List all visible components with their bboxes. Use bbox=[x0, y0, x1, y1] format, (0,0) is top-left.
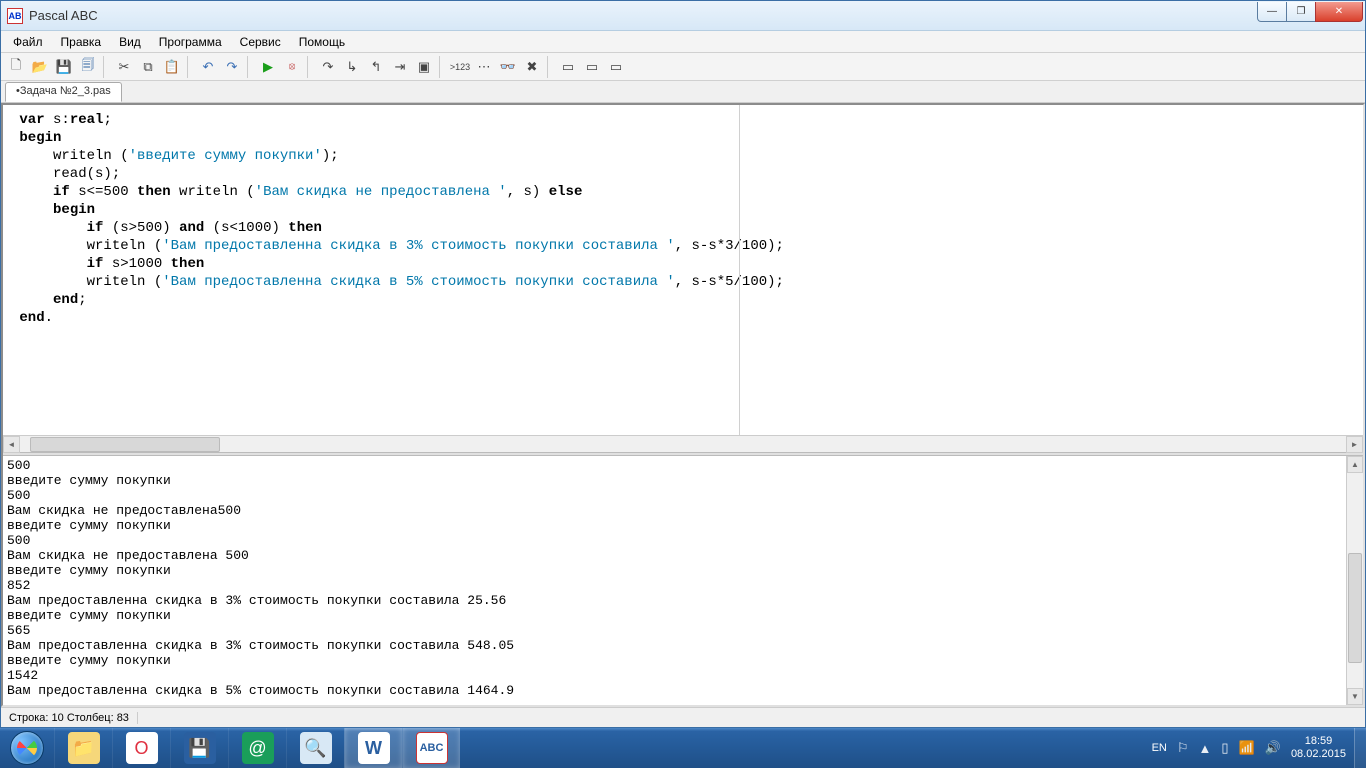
action-center-icon[interactable]: ▲ bbox=[1199, 741, 1212, 756]
menu-help[interactable]: Помощь bbox=[291, 33, 353, 51]
toolbar-separator bbox=[547, 56, 553, 78]
tray-clock[interactable]: 18:59 08.02.2015 bbox=[1291, 735, 1346, 761]
output-console[interactable]: 500 введите сумму покупки 500 Вам скидка… bbox=[3, 456, 1363, 700]
minimize-button[interactable]: — bbox=[1257, 2, 1287, 22]
window-title: Pascal ABC bbox=[29, 8, 1258, 23]
watch-button[interactable]: >123 bbox=[449, 56, 471, 78]
scroll-thumb[interactable] bbox=[1348, 553, 1362, 663]
output-vertical-scrollbar[interactable]: ▲ ▼ bbox=[1346, 456, 1363, 705]
taskbar-word[interactable]: W bbox=[344, 728, 402, 768]
code-editor[interactable]: var s:real; begin writeln ('введите сумм… bbox=[3, 105, 1363, 435]
taskbar-opera[interactable]: O bbox=[112, 728, 170, 768]
redo-button[interactable]: ↷ bbox=[221, 56, 243, 78]
menu-view[interactable]: Вид bbox=[111, 33, 149, 51]
scroll-thumb[interactable] bbox=[30, 437, 220, 452]
file-tabs: •Задача №2_3.pas bbox=[1, 81, 1365, 103]
toolbar-separator bbox=[307, 56, 313, 78]
statusbar: Строка: 10 Столбец: 83 bbox=[1, 707, 1365, 727]
file-tab-active[interactable]: •Задача №2_3.pas bbox=[5, 82, 122, 102]
breakpoint-button[interactable]: ▣ bbox=[413, 56, 435, 78]
print-margin-line bbox=[739, 105, 740, 435]
app-window: AB Pascal ABC — ❐ ✕ Файл Правка Вид Прог… bbox=[0, 0, 1366, 728]
window3-button[interactable]: ▭ bbox=[605, 56, 627, 78]
scroll-left-arrow-icon[interactable]: ◄ bbox=[3, 436, 20, 453]
open-button[interactable]: 📂 bbox=[29, 56, 51, 78]
toolbar: 🗋 📂 💾 🗐 ✂ ⧉ 📋 ↶ ↷ ▶ ⦻ ↷ ↳ ↰ ⇥ ▣ >123 ⋯ 👓… bbox=[1, 53, 1365, 81]
scroll-right-arrow-icon[interactable]: ► bbox=[1346, 436, 1363, 453]
menu-file[interactable]: Файл bbox=[5, 33, 51, 51]
opera-icon: O bbox=[126, 732, 158, 764]
stepinto-button[interactable]: ↳ bbox=[341, 56, 363, 78]
menu-program[interactable]: Программа bbox=[151, 33, 230, 51]
editor-pane: var s:real; begin writeln ('введите сумм… bbox=[3, 105, 1363, 435]
scroll-down-arrow-icon[interactable]: ▼ bbox=[1347, 688, 1363, 705]
stepover-button[interactable]: ↷ bbox=[317, 56, 339, 78]
undo-button[interactable]: ↶ bbox=[197, 56, 219, 78]
output-pane: 500 введите сумму покупки 500 Вам скидка… bbox=[3, 456, 1363, 705]
editor-horizontal-scrollbar[interactable]: ◄ ► bbox=[3, 435, 1363, 452]
titlebar[interactable]: AB Pascal ABC — ❐ ✕ bbox=[1, 1, 1365, 31]
floppy-icon: 💾 bbox=[184, 732, 216, 764]
toolbar-separator bbox=[103, 56, 109, 78]
toolbar-separator bbox=[187, 56, 193, 78]
volume-icon[interactable]: 🔊 bbox=[1265, 740, 1281, 756]
taskbar-pascalabc[interactable]: ABC bbox=[402, 728, 460, 768]
runto-button[interactable]: ⇥ bbox=[389, 56, 411, 78]
battery-icon[interactable]: ▯ bbox=[1221, 740, 1228, 756]
paste-button[interactable]: 📋 bbox=[161, 56, 183, 78]
clock-date: 08.02.2015 bbox=[1291, 748, 1346, 761]
folder-icon: 📁 bbox=[68, 732, 100, 764]
toolbar-separator bbox=[439, 56, 445, 78]
window1-button[interactable]: ▭ bbox=[557, 56, 579, 78]
network-icon[interactable]: 📶 bbox=[1239, 740, 1255, 756]
taskbar-save[interactable]: 💾 bbox=[170, 728, 228, 768]
menu-service[interactable]: Сервис bbox=[232, 33, 289, 51]
flag-icon[interactable]: ⚐ bbox=[1177, 740, 1189, 756]
menu-edit[interactable]: Правка bbox=[53, 33, 110, 51]
status-cursor-position: Строка: 10 Столбец: 83 bbox=[1, 712, 138, 724]
taskbar-mail[interactable]: @ bbox=[228, 728, 286, 768]
language-indicator[interactable]: EN bbox=[1152, 742, 1167, 754]
toolbar-separator bbox=[247, 56, 253, 78]
eval-button[interactable]: ⋯ bbox=[473, 56, 495, 78]
start-button[interactable] bbox=[0, 728, 54, 768]
locals-button[interactable]: 👓 bbox=[497, 56, 519, 78]
taskbar[interactable]: 📁 O 💾 @ 🔍 W ABC EN ⚐ ▲ ▯ 📶 🔊 18:59 08.02… bbox=[0, 728, 1366, 768]
system-tray[interactable]: EN ⚐ ▲ ▯ 📶 🔊 18:59 08.02.2015 bbox=[1144, 735, 1354, 761]
show-desktop-button[interactable] bbox=[1354, 728, 1366, 768]
at-icon: @ bbox=[242, 732, 274, 764]
windows-logo-icon bbox=[10, 731, 44, 765]
stop-button[interactable]: ⦻ bbox=[281, 56, 303, 78]
taskbar-explorer[interactable]: 📁 bbox=[54, 728, 112, 768]
copy-button[interactable]: ⧉ bbox=[137, 56, 159, 78]
work-area: var s:real; begin writeln ('введите сумм… bbox=[1, 103, 1365, 707]
new-button[interactable]: 🗋 bbox=[5, 56, 27, 78]
window-buttons: — ❐ ✕ bbox=[1258, 2, 1363, 22]
cut-button[interactable]: ✂ bbox=[113, 56, 135, 78]
run-button[interactable]: ▶ bbox=[257, 56, 279, 78]
app-icon: AB bbox=[7, 8, 23, 24]
magnifier-icon: 🔍 bbox=[300, 732, 332, 764]
stepout-button[interactable]: ↰ bbox=[365, 56, 387, 78]
menubar: Файл Правка Вид Программа Сервис Помощь bbox=[1, 31, 1365, 53]
clear-button[interactable]: ✖ bbox=[521, 56, 543, 78]
taskbar-search[interactable]: 🔍 bbox=[286, 728, 344, 768]
saveall-button[interactable]: 🗐 bbox=[77, 56, 99, 78]
scroll-up-arrow-icon[interactable]: ▲ bbox=[1347, 456, 1363, 473]
scroll-track[interactable] bbox=[20, 436, 1346, 453]
clock-time: 18:59 bbox=[1291, 735, 1346, 748]
save-button[interactable]: 💾 bbox=[53, 56, 75, 78]
window2-button[interactable]: ▭ bbox=[581, 56, 603, 78]
close-button[interactable]: ✕ bbox=[1315, 2, 1363, 22]
word-icon: W bbox=[358, 732, 390, 764]
maximize-button[interactable]: ❐ bbox=[1286, 2, 1316, 22]
scroll-track[interactable] bbox=[1347, 473, 1363, 688]
pascalabc-icon: ABC bbox=[416, 732, 448, 764]
